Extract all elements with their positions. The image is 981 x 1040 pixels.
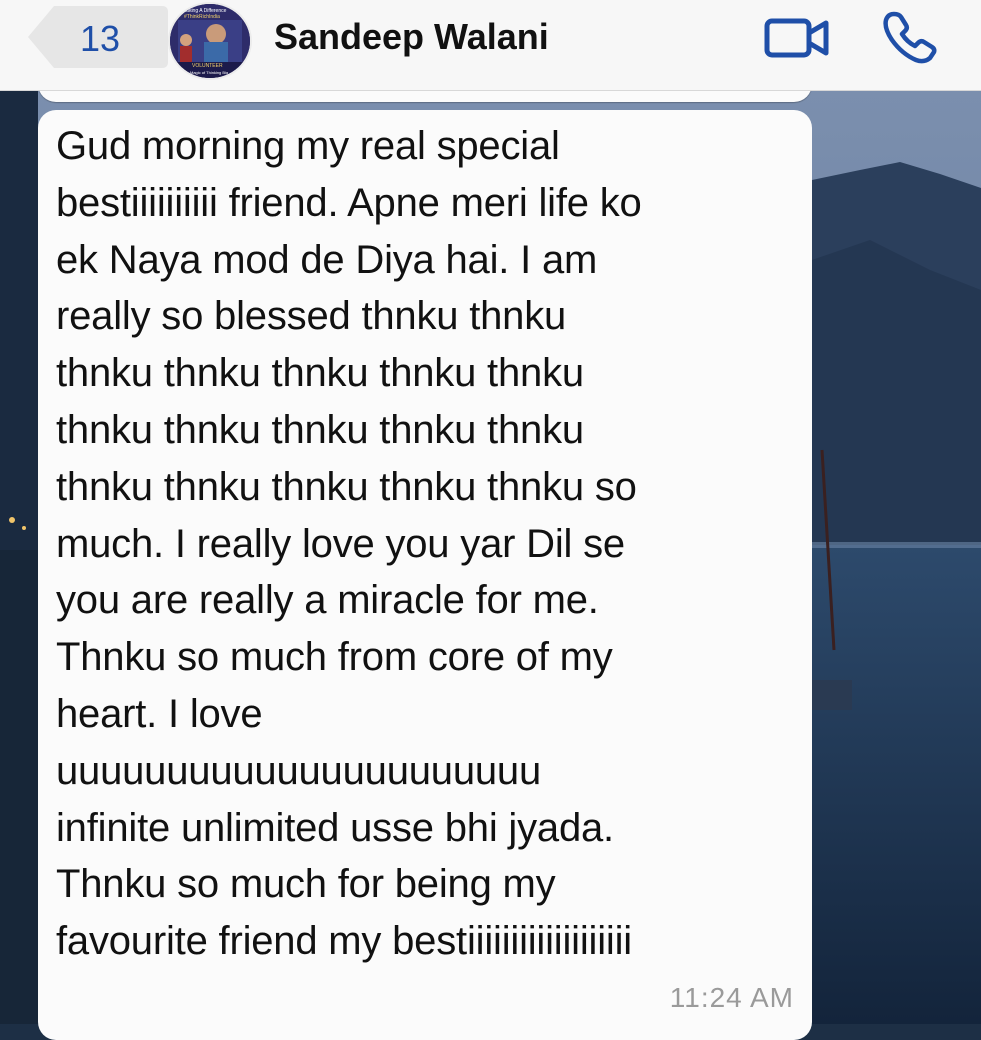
avatar-caption-3: VOLUNTEER — [192, 63, 223, 69]
message-bubble[interactable]: Gud morning my real special bestiiiiiiii… — [38, 110, 812, 1040]
message-text: Gud morning my real special bestiiiiiiii… — [56, 124, 642, 964]
video-call-button[interactable] — [764, 14, 830, 62]
video-camera-icon — [764, 18, 829, 58]
back-button[interactable]: 13 — [28, 4, 168, 70]
contact-name[interactable]: Sandeep Walani — [274, 16, 549, 58]
avatar-caption-2: #ThinkRichIndia — [184, 14, 220, 20]
phone-icon — [883, 11, 937, 64]
voice-call-button[interactable] — [880, 10, 940, 66]
unread-count-badge: 13 — [80, 18, 121, 59]
chat-header: 13 Making A Difference #ThinkRichIndia V… — [0, 0, 981, 91]
avatar-caption-4: The Magic of Thinking Big — [182, 70, 229, 75]
message-timestamp: 11:24 AM — [669, 982, 794, 1013]
avatar[interactable]: Making A Difference #ThinkRichIndia VOLU… — [168, 2, 252, 80]
